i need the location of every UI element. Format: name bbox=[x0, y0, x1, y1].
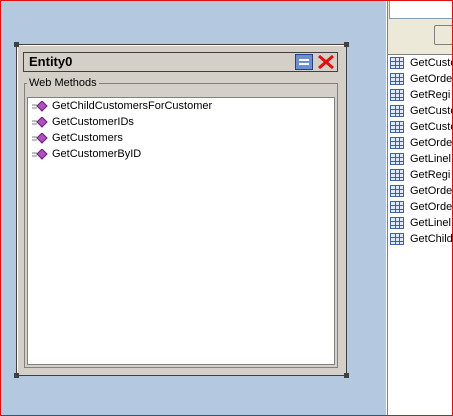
right-panel-button[interactable] bbox=[434, 25, 453, 45]
list-item[interactable]: GetCusto bbox=[388, 119, 453, 135]
list-item-label: GetOrde bbox=[410, 137, 453, 149]
method-icon bbox=[32, 116, 48, 128]
table-icon bbox=[390, 73, 404, 85]
method-label: GetChildCustomersForCustomer bbox=[52, 100, 213, 112]
list-item[interactable]: GetOrde bbox=[388, 183, 453, 199]
list-item-label: GetOrde bbox=[410, 73, 453, 85]
table-icon bbox=[390, 217, 404, 229]
list-item[interactable]: GetChild bbox=[388, 231, 453, 247]
list-item[interactable]: GetOrde bbox=[388, 71, 453, 87]
list-item[interactable]: GetOrde bbox=[388, 199, 453, 215]
list-item-label: GetLinel bbox=[410, 217, 451, 229]
right-panel: GetCusto GetOrde GetRegi GetCusto GetCus… bbox=[388, 0, 453, 416]
list-item-label: GetCusto bbox=[410, 121, 453, 133]
table-icon bbox=[390, 185, 404, 197]
method-label: GetCustomerByID bbox=[52, 148, 142, 160]
list-item[interactable]: GetCusto bbox=[388, 103, 453, 119]
list-item-label: GetLinel bbox=[410, 153, 451, 165]
table-icon bbox=[390, 89, 404, 101]
table-icon bbox=[390, 233, 404, 245]
list-item-label: GetRegi bbox=[410, 89, 451, 101]
list-item[interactable]: GetOrde bbox=[388, 135, 453, 151]
method-label: GetCustomerIDs bbox=[52, 116, 134, 128]
list-item[interactable]: GetLinel bbox=[388, 151, 453, 167]
table-icon bbox=[390, 105, 404, 117]
resize-handle-top-right[interactable] bbox=[344, 42, 349, 47]
list-item-label: GetOrde bbox=[410, 185, 453, 197]
method-item[interactable]: GetCustomerIDs bbox=[28, 114, 334, 130]
table-icon bbox=[390, 153, 404, 165]
list-item[interactable]: GetLinel bbox=[388, 215, 453, 231]
method-item[interactable]: GetChildCustomersForCustomer bbox=[28, 98, 334, 114]
entity-window[interactable]: Entity0 Web Methods GetChildCustomersFor… bbox=[14, 42, 349, 378]
list-item[interactable]: GetRegi bbox=[388, 167, 453, 183]
method-item[interactable]: GetCustomerByID bbox=[28, 146, 334, 162]
method-item[interactable]: GetCustomers bbox=[28, 130, 334, 146]
web-methods-list[interactable]: GetChildCustomersForCustomer GetCustomer… bbox=[27, 97, 335, 365]
table-icon bbox=[390, 121, 404, 133]
list-item-label: GetCusto bbox=[410, 57, 453, 69]
resize-handle-top-left[interactable] bbox=[14, 42, 19, 47]
entity-titlebar[interactable]: Entity0 bbox=[23, 52, 338, 72]
right-panel-input[interactable] bbox=[389, 0, 453, 19]
list-item-label: GetChild bbox=[410, 233, 453, 245]
method-icon bbox=[32, 148, 48, 160]
table-icon bbox=[390, 201, 404, 213]
list-item[interactable]: GetRegi bbox=[388, 87, 453, 103]
close-icon bbox=[318, 54, 334, 70]
resize-handle-bottom-left[interactable] bbox=[14, 373, 19, 378]
resize-handle-bottom-right[interactable] bbox=[344, 373, 349, 378]
list-item-label: GetRegi bbox=[410, 169, 451, 181]
table-icon bbox=[390, 57, 404, 69]
collapse-button[interactable] bbox=[295, 54, 313, 70]
list-item-label: GetOrde bbox=[410, 201, 453, 213]
close-button[interactable] bbox=[315, 53, 337, 71]
web-methods-label: Web Methods bbox=[27, 77, 99, 89]
list-item-label: GetCusto bbox=[410, 105, 453, 117]
table-icon bbox=[390, 137, 404, 149]
method-icon bbox=[32, 100, 48, 112]
method-icon bbox=[32, 132, 48, 144]
entity-title: Entity0 bbox=[29, 54, 73, 69]
list-item[interactable]: GetCusto bbox=[388, 55, 453, 71]
table-icon bbox=[390, 169, 404, 181]
right-panel-list[interactable]: GetCusto GetOrde GetRegi GetCusto GetCus… bbox=[388, 54, 453, 416]
method-label: GetCustomers bbox=[52, 132, 123, 144]
